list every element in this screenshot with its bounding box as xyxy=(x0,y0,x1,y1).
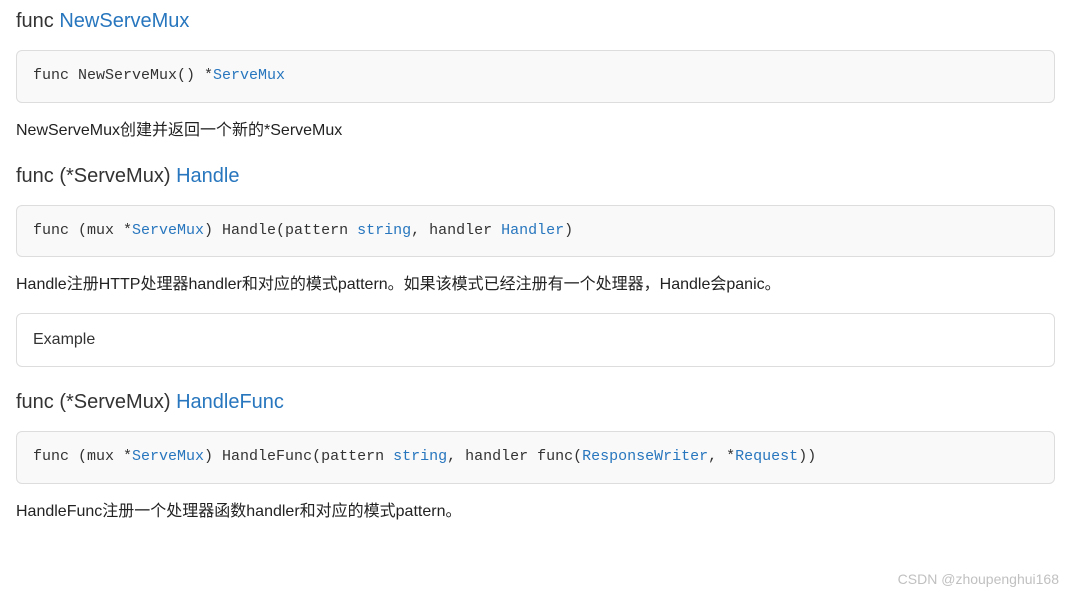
code-text: func (mux * xyxy=(33,448,132,465)
example-label: Example xyxy=(33,331,95,348)
section-heading-handlefunc: func (*ServeMux) HandleFunc xyxy=(16,387,1055,417)
code-link-responsewriter[interactable]: ResponseWriter xyxy=(582,448,708,465)
heading-link-handle[interactable]: Handle xyxy=(176,165,239,187)
code-text: )) xyxy=(798,448,816,465)
watermark: CSDN @zhoupenghui168 xyxy=(898,569,1059,590)
code-text: ) Handle(pattern xyxy=(204,222,357,239)
section-heading-newservemux: func NewServeMux xyxy=(16,6,1055,36)
code-text: , * xyxy=(708,448,735,465)
heading-link-handlefunc[interactable]: HandleFunc xyxy=(176,391,284,413)
code-link-handler[interactable]: Handler xyxy=(501,222,564,239)
code-text: ) HandleFunc(pattern xyxy=(204,448,393,465)
desc-handle: Handle注册HTTP处理器handler和对应的模式pattern。如果该模… xyxy=(16,273,1055,297)
desc-newservemux: NewServeMux创建并返回一个新的*ServeMux xyxy=(16,119,1055,143)
code-text: func NewServeMux() * xyxy=(33,67,213,84)
code-keyword-string: string xyxy=(357,222,411,239)
code-text: , handler func( xyxy=(447,448,582,465)
code-link-servemux[interactable]: ServeMux xyxy=(213,67,285,84)
heading-link-newservemux[interactable]: NewServeMux xyxy=(59,10,189,32)
code-text: , handler xyxy=(411,222,501,239)
code-text: func (mux * xyxy=(33,222,132,239)
code-block-newservemux: func NewServeMux() *ServeMux xyxy=(16,50,1055,103)
code-block-handlefunc: func (mux *ServeMux) HandleFunc(pattern … xyxy=(16,431,1055,484)
heading-prefix: func (*ServeMux) xyxy=(16,391,176,413)
code-link-servemux[interactable]: ServeMux xyxy=(132,448,204,465)
section-heading-handle: func (*ServeMux) Handle xyxy=(16,161,1055,191)
heading-prefix: func (*ServeMux) xyxy=(16,165,176,187)
code-link-servemux[interactable]: ServeMux xyxy=(132,222,204,239)
code-text: ) xyxy=(564,222,573,239)
desc-handlefunc: HandleFunc注册一个处理器函数handler和对应的模式pattern。 xyxy=(16,500,1055,524)
code-keyword-string: string xyxy=(393,448,447,465)
code-link-request[interactable]: Request xyxy=(735,448,798,465)
example-toggle[interactable]: Example xyxy=(16,313,1055,367)
code-block-handle: func (mux *ServeMux) Handle(pattern stri… xyxy=(16,205,1055,258)
heading-prefix: func xyxy=(16,10,59,32)
